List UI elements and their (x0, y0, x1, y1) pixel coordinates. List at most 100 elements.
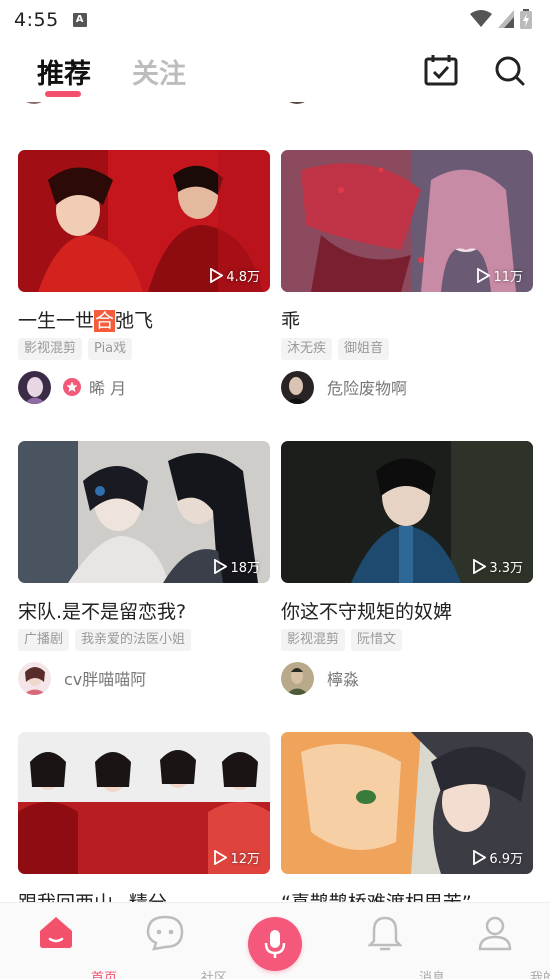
play-count-value: 4.8万 (226, 270, 260, 285)
video-thumbnail[interactable]: 18万 (18, 441, 270, 583)
home-icon (40, 917, 72, 948)
title-text: “喜鹊鹊桥难渡相思苦” (281, 892, 472, 902)
avatar[interactable] (281, 370, 314, 404)
video-title[interactable]: 跟我回西山~精分 (18, 890, 270, 902)
tag-list: 沐无疾 御姐音 (281, 338, 533, 360)
tag[interactable]: 影视混剪 (18, 338, 83, 360)
previous-row-peek (0, 102, 550, 114)
video-thumbnail[interactable]: 12万 (18, 732, 270, 874)
play-icon (473, 559, 487, 574)
checkin-calendar-icon[interactable] (424, 54, 458, 86)
play-icon (214, 559, 228, 574)
title-text: 弛飞 (115, 310, 154, 332)
video-title[interactable]: “喜鹊鹊桥难渡相思苦” (281, 890, 533, 902)
play-count-value: 11万 (493, 270, 523, 285)
microphone-icon (264, 930, 286, 958)
play-count: 3.3万 (472, 557, 523, 576)
profile-icon (478, 916, 512, 951)
tag[interactable]: 沐无疾 (281, 338, 333, 360)
tab-follow[interactable]: 关注 (132, 52, 186, 91)
video-card[interactable]: 12万 跟我回西山~精分 (18, 732, 270, 902)
search-icon[interactable] (494, 54, 526, 86)
play-count: 18万 (213, 557, 260, 576)
author-name[interactable]: 危险废物啊 (327, 375, 407, 399)
video-thumbnail[interactable]: 4.8万 (18, 150, 270, 292)
play-count-value: 3.3万 (489, 561, 523, 576)
avatar[interactable] (281, 661, 314, 695)
status-bar: 4:55 A (0, 0, 550, 40)
play-count: 6.9万 (472, 848, 523, 867)
author-row[interactable]: cv胖喵喵阿 (18, 661, 270, 695)
nav-mine[interactable]: 我的 (465, 913, 550, 979)
video-card[interactable]: 4.8万 一生一世合弛飞 影视混剪 Pia戏 晞 月 (18, 150, 270, 404)
video-card[interactable]: 18万 宋队.是不是留恋我? 广播剧 我亲爱的法医小姐 cv胖喵喵阿 (18, 441, 270, 695)
video-title[interactable]: 一生一世合弛飞 (18, 308, 270, 334)
tag[interactable]: 影视混剪 (281, 629, 346, 651)
play-count-value: 6.9万 (489, 852, 523, 867)
play-icon (473, 850, 487, 865)
star-badge-icon (63, 378, 81, 396)
battery-icon (520, 9, 532, 29)
avatar (281, 102, 313, 104)
tag[interactable]: 御姐音 (338, 338, 390, 360)
play-count-value: 12万 (230, 852, 260, 867)
tag[interactable]: Pia戏 (88, 338, 133, 360)
avatar (18, 102, 50, 104)
play-count: 11万 (476, 266, 523, 285)
tag-list: 影视混剪 Pia戏 (18, 338, 270, 360)
title-highlight: 合 (94, 310, 116, 332)
nav-home-label: 首页 (90, 971, 117, 979)
title-text: 你这不守规矩的奴婢 (281, 601, 453, 623)
author-name[interactable]: 晞 月 (89, 375, 126, 399)
tag[interactable]: 广播剧 (18, 629, 70, 651)
wifi-icon (470, 10, 492, 27)
play-count: 12万 (213, 848, 260, 867)
tag[interactable]: 我亲爱的法医小姐 (75, 629, 192, 651)
video-card[interactable]: 3.3万 你这不守规矩的奴婢 影视混剪 阮惜文 檸淼 (281, 441, 533, 695)
nav-community-label: 社区 (200, 971, 227, 979)
author-row[interactable]: 危险废物啊 (281, 370, 533, 404)
play-count-value: 18万 (230, 561, 260, 576)
tag-list: 广播剧 我亲爱的法医小姐 (18, 629, 270, 651)
nav-messages-label: 消息 (418, 971, 445, 979)
video-thumbnail[interactable]: 6.9万 (281, 732, 533, 874)
avatar[interactable] (18, 661, 51, 695)
record-button[interactable] (248, 917, 302, 971)
title-text: 一生一世 (18, 310, 95, 332)
status-time: 4:55 (14, 9, 59, 31)
nav-messages[interactable]: 消息 (355, 913, 445, 979)
bottom-navigation: 首页 社区 消息 我的 (0, 902, 550, 979)
play-icon (214, 850, 228, 865)
author-name[interactable]: cv胖喵喵阿 (64, 666, 146, 690)
status-icons (470, 9, 532, 29)
nav-mine-label: 我的 (529, 971, 550, 979)
author-name[interactable]: 檸淼 (327, 666, 359, 690)
title-text: 宋队.是不是留恋我? (18, 601, 187, 623)
video-thumbnail[interactable]: 11万 (281, 150, 533, 292)
video-card[interactable]: 11万 乖 沐无疾 御姐音 危险废物啊 (281, 150, 533, 404)
title-text: 跟我回西山~精分 (18, 892, 167, 902)
video-title[interactable]: 宋队.是不是留恋我? (18, 599, 270, 625)
top-header: 推荐 关注 (0, 40, 550, 102)
tab-recommend[interactable]: 推荐 (37, 52, 91, 91)
video-feed[interactable]: 4.8万 一生一世合弛飞 影视混剪 Pia戏 晞 月 11万 乖 沐无疾 御姐音… (0, 102, 550, 902)
active-tab-indicator (45, 91, 81, 97)
nav-community[interactable]: 社区 (135, 913, 227, 979)
tag-list: 影视混剪 阮惜文 (281, 629, 533, 651)
video-thumbnail[interactable]: 3.3万 (281, 441, 533, 583)
play-count: 4.8万 (209, 266, 260, 285)
author-row[interactable]: 檸淼 (281, 661, 533, 695)
title-text: 乖 (281, 310, 301, 332)
tag[interactable]: 阮惜文 (351, 629, 403, 651)
video-card[interactable]: 6.9万 “喜鹊鹊桥难渡相思苦” (281, 732, 533, 902)
community-chat-icon (146, 915, 184, 951)
video-title[interactable]: 你这不守规矩的奴婢 (281, 599, 533, 625)
play-icon (477, 268, 491, 283)
nav-home[interactable]: 首页 (26, 913, 117, 979)
avatar[interactable] (18, 370, 51, 404)
author-row[interactable]: 晞 月 (18, 370, 270, 404)
signal-icon (498, 10, 514, 28)
play-icon (210, 268, 224, 283)
bell-icon (366, 916, 404, 951)
video-title[interactable]: 乖 (281, 308, 533, 334)
